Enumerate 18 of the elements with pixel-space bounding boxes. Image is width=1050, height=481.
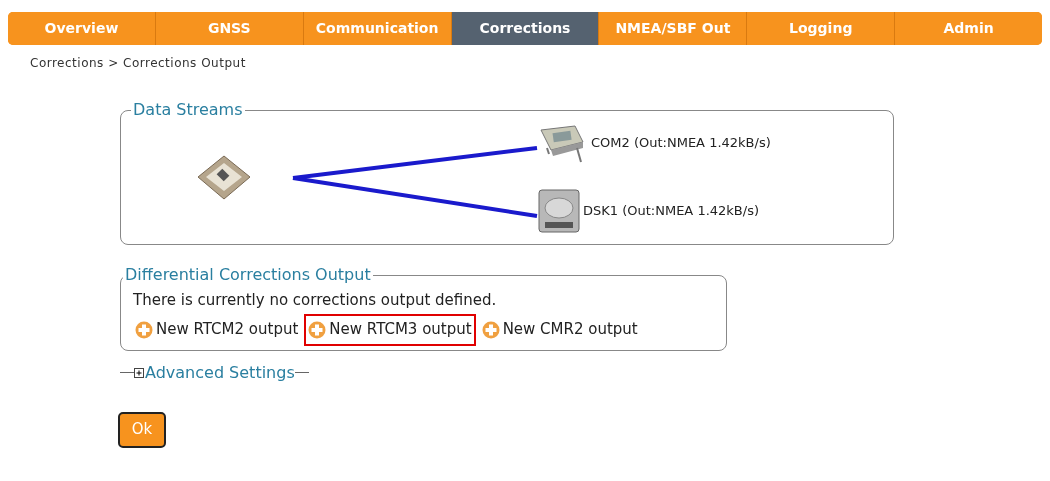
nav-tab[interactable]: Overview xyxy=(8,12,156,45)
advanced-settings-toggle[interactable]: Advanced Settings xyxy=(134,360,295,385)
new-output-link[interactable]: New RTCM2 output xyxy=(131,313,303,346)
new-output-link[interactable]: New RTCM3 output xyxy=(304,313,476,346)
new-output-link[interactable]: New CMR2 output xyxy=(477,313,642,346)
breadcrumb: Corrections > Corrections Output xyxy=(30,55,247,72)
plus-box-icon xyxy=(134,367,144,378)
plus-icon xyxy=(481,320,500,339)
empty-message: There is currently no corrections output defined. xyxy=(133,290,498,311)
ok-button[interactable]: Ok xyxy=(118,411,166,448)
stream-output-label: DSK1 (Out:NMEA 1.42kB/s) xyxy=(583,202,759,221)
hard-drive-icon xyxy=(537,188,581,234)
plus-icon xyxy=(308,320,327,339)
panel-title: Differential Corrections Output xyxy=(124,264,372,286)
stream-output-label: COM2 (Out:NMEA 1.42kB/s) xyxy=(591,134,771,153)
nav-tab[interactable]: Corrections xyxy=(451,12,600,45)
panel-title: Data Streams xyxy=(132,99,244,121)
plus-icon xyxy=(135,320,153,339)
